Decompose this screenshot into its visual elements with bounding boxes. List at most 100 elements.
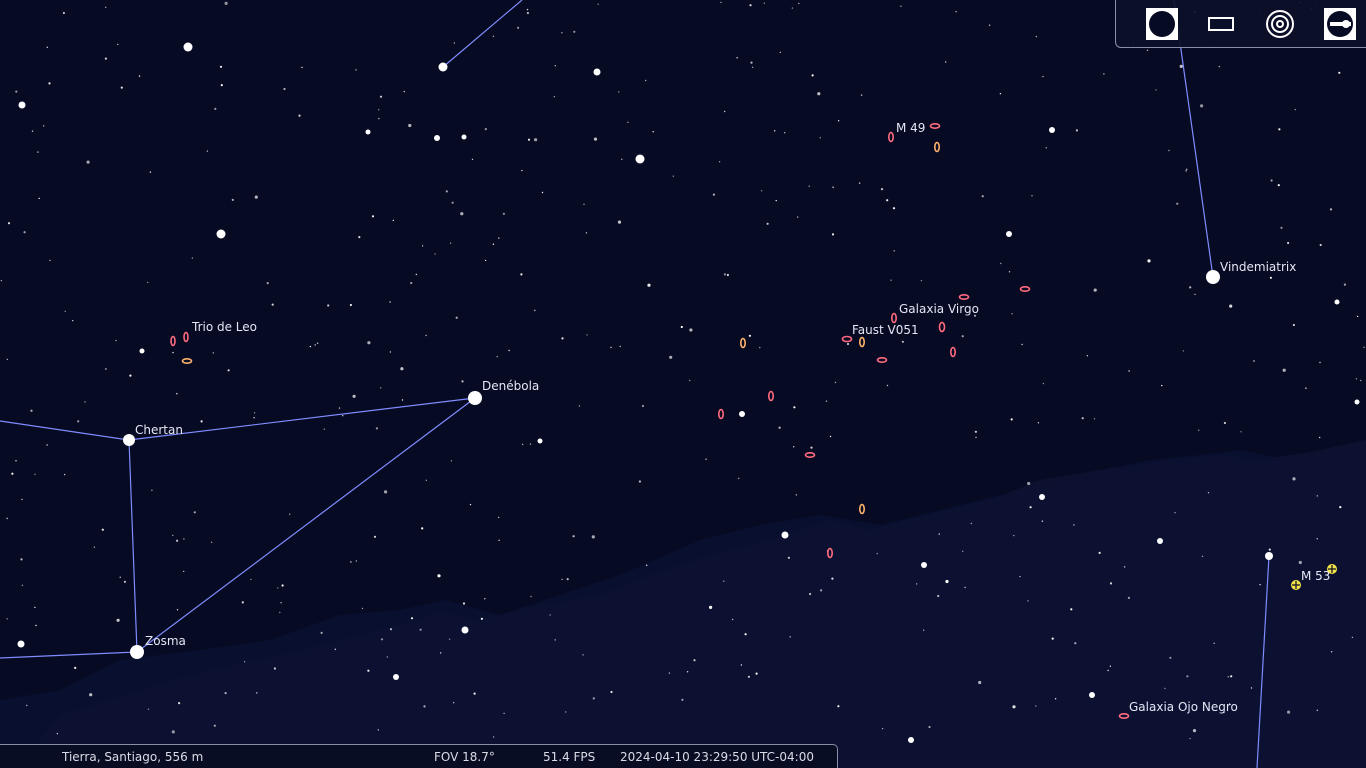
faint-star bbox=[1155, 89, 1157, 91]
faint-star bbox=[817, 92, 821, 96]
faint-star bbox=[619, 345, 621, 348]
faint-star bbox=[338, 407, 341, 409]
faint-star bbox=[779, 51, 782, 54]
faint-star bbox=[541, 191, 544, 194]
cluster-marker[interactable] bbox=[1291, 580, 1301, 590]
label-trio-de-leo[interactable]: Trio de Leo bbox=[191, 320, 257, 334]
faint-star bbox=[566, 578, 569, 581]
faint-star bbox=[440, 652, 442, 654]
faint-star bbox=[618, 91, 620, 93]
faint-star bbox=[450, 460, 453, 462]
faint-star bbox=[15, 460, 17, 462]
label-galaxia-ojo-negro[interactable]: Galaxia Ojo Negro bbox=[1129, 700, 1238, 714]
label-chertan[interactable]: Chertan bbox=[135, 423, 183, 437]
faint-star bbox=[720, 1, 722, 4]
faint-star bbox=[401, 399, 404, 401]
faint-star bbox=[176, 539, 179, 542]
star-chertan[interactable] bbox=[123, 434, 135, 446]
faint-star bbox=[834, 381, 837, 384]
star[interactable] bbox=[537, 438, 543, 444]
faint-star bbox=[1298, 560, 1302, 565]
faint-star bbox=[549, 614, 551, 616]
faint-star bbox=[819, 137, 821, 139]
label-m53[interactable]: M 53 bbox=[1301, 569, 1330, 583]
faint-star bbox=[530, 595, 532, 598]
faint-star bbox=[1292, 477, 1296, 481]
star[interactable] bbox=[393, 674, 399, 680]
star[interactable] bbox=[183, 42, 193, 52]
faint-star bbox=[810, 446, 813, 449]
star[interactable] bbox=[1039, 494, 1045, 500]
faint-star bbox=[820, 589, 823, 592]
star[interactable] bbox=[1049, 127, 1055, 133]
faint-star bbox=[105, 368, 107, 370]
star[interactable] bbox=[908, 737, 914, 743]
label-m49[interactable]: M 49 bbox=[896, 121, 925, 135]
star[interactable] bbox=[139, 348, 145, 354]
label-vindemiatrix[interactable]: Vindemiatrix bbox=[1220, 260, 1296, 274]
faint-star bbox=[23, 231, 26, 234]
faint-star bbox=[298, 114, 301, 117]
status-location[interactable]: Tierra, Santiago, 556 m bbox=[62, 750, 203, 764]
faint-star bbox=[527, 138, 531, 141]
faint-star bbox=[34, 473, 36, 475]
star[interactable] bbox=[593, 68, 601, 76]
faint-star bbox=[778, 426, 781, 429]
star[interactable] bbox=[216, 229, 226, 239]
faint-star bbox=[755, 672, 758, 675]
star[interactable] bbox=[1354, 399, 1360, 405]
star[interactable] bbox=[739, 411, 745, 417]
star[interactable] bbox=[781, 531, 789, 539]
faint-star bbox=[789, 636, 791, 638]
faint-star bbox=[1019, 575, 1021, 578]
star[interactable] bbox=[17, 640, 25, 648]
faint-star bbox=[151, 489, 153, 491]
star[interactable] bbox=[1089, 692, 1095, 698]
faint-star bbox=[798, 2, 800, 5]
faint-star bbox=[1192, 729, 1197, 733]
faint-star bbox=[119, 576, 121, 578]
toolbar-button-ocular[interactable] bbox=[1146, 8, 1178, 40]
faint-star bbox=[410, 617, 414, 620]
faint-star bbox=[1081, 417, 1084, 420]
star-denebola[interactable] bbox=[468, 391, 482, 405]
faint-star bbox=[981, 195, 984, 198]
toolbar-button-oculars-config[interactable] bbox=[1324, 8, 1356, 40]
faint-star bbox=[748, 334, 752, 337]
star[interactable] bbox=[434, 135, 440, 141]
faint-star bbox=[1319, 361, 1321, 364]
faint-star bbox=[1294, 108, 1296, 111]
label-galaxia-virgo[interactable]: Galaxia Virgo bbox=[899, 302, 979, 316]
star-vindemiatrix[interactable] bbox=[1206, 270, 1220, 284]
star[interactable] bbox=[1334, 299, 1340, 305]
star-zosma[interactable] bbox=[130, 645, 144, 659]
star[interactable] bbox=[921, 562, 927, 568]
faint-star bbox=[1045, 147, 1048, 149]
faint-star bbox=[760, 190, 763, 192]
star[interactable] bbox=[461, 626, 469, 634]
faint-star bbox=[138, 75, 141, 77]
star[interactable] bbox=[365, 129, 371, 135]
faint-star bbox=[831, 233, 835, 236]
star[interactable] bbox=[1157, 538, 1163, 544]
star[interactable] bbox=[635, 154, 645, 164]
star[interactable] bbox=[1006, 231, 1012, 237]
faint-star bbox=[1021, 343, 1023, 346]
faint-star bbox=[1027, 481, 1031, 486]
label-faust-v051[interactable]: Faust V051 bbox=[852, 323, 919, 337]
faint-star bbox=[1329, 208, 1333, 211]
label-zosma[interactable]: Zosma bbox=[145, 634, 186, 648]
faint-star bbox=[309, 345, 312, 348]
star[interactable] bbox=[438, 62, 448, 72]
star[interactable] bbox=[461, 134, 467, 140]
faint-star bbox=[220, 84, 223, 87]
faint-star bbox=[1103, 73, 1105, 75]
toolbar-button-sensor-frame[interactable] bbox=[1205, 8, 1237, 40]
faint-star bbox=[320, 631, 323, 635]
toolbar-button-telrad[interactable] bbox=[1264, 8, 1296, 40]
status-datetime[interactable]: 2024-04-10 23:29:50 UTC-04:00 bbox=[620, 750, 814, 764]
star[interactable] bbox=[18, 101, 26, 109]
star[interactable] bbox=[1265, 552, 1273, 560]
label-denebola[interactable]: Denébola bbox=[482, 379, 539, 393]
sky-view[interactable]: Trio de Leo Denébola Chertan Zosma M 49 … bbox=[0, 0, 1366, 768]
